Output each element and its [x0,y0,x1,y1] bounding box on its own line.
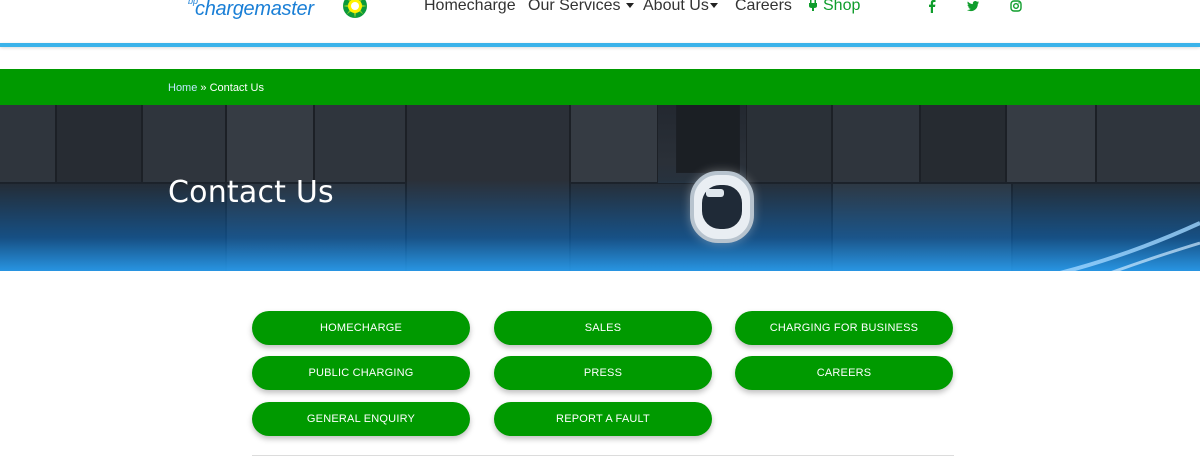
section-divider [252,455,954,456]
nav-about-us-label: About Us [643,0,709,14]
general-enquiry-button[interactable]: GENERAL ENQUIRY [252,402,470,436]
charger-image [690,171,754,243]
facebook-icon[interactable] [925,0,939,13]
chargemaster-logo[interactable]: bp chargemaster [188,0,367,28]
logo-text-1: charge [195,0,255,20]
press-button[interactable]: PRESS [494,356,712,390]
breadcrumb-bar: Home » Contact Us [0,69,1200,106]
hero-banner: Contact Us [0,105,1200,271]
logo-prefix: bp [188,0,199,6]
nav-about-us[interactable]: About Us [643,0,718,15]
public-charging-button[interactable]: PUBLIC CHARGING [252,356,470,390]
logo-wordmark: chargemaster [195,0,314,21]
sales-button[interactable]: SALES [494,311,712,345]
instagram-icon[interactable] [1009,0,1023,13]
site-header: bp chargemaster Homecharge Our Services … [0,0,1200,44]
nav-shop-label: Shop [823,0,861,14]
twitter-icon[interactable] [966,0,980,13]
breadcrumb-home-link[interactable]: Home [168,82,197,94]
charging-for-business-button[interactable]: CHARGING FOR BUSINESS [735,311,953,345]
logo-text-2: master [254,0,314,20]
homecharge-button[interactable]: HOMECHARGE [252,311,470,345]
careers-button[interactable]: CAREERS [735,356,953,390]
breadcrumb: Home » Contact Us [168,82,264,94]
report-a-fault-button[interactable]: REPORT A FAULT [494,402,712,436]
nav-homecharge[interactable]: Homecharge [424,0,516,15]
nav-our-services[interactable]: Our Services [528,0,635,15]
charging-cable-image [1059,221,1200,271]
bp-helios-icon [343,0,367,18]
chevron-down-icon [709,3,718,9]
plug-icon [809,0,817,12]
chevron-down-icon [626,3,635,9]
breadcrumb-current: Contact Us [209,82,264,94]
nav-careers[interactable]: Careers [735,0,792,15]
header-accent-line [0,43,1200,47]
page-title: Contact Us [168,175,334,210]
nav-shop[interactable]: Shop [809,0,860,15]
nav-our-services-label: Our Services [528,0,621,14]
breadcrumb-separator: » [197,82,210,94]
